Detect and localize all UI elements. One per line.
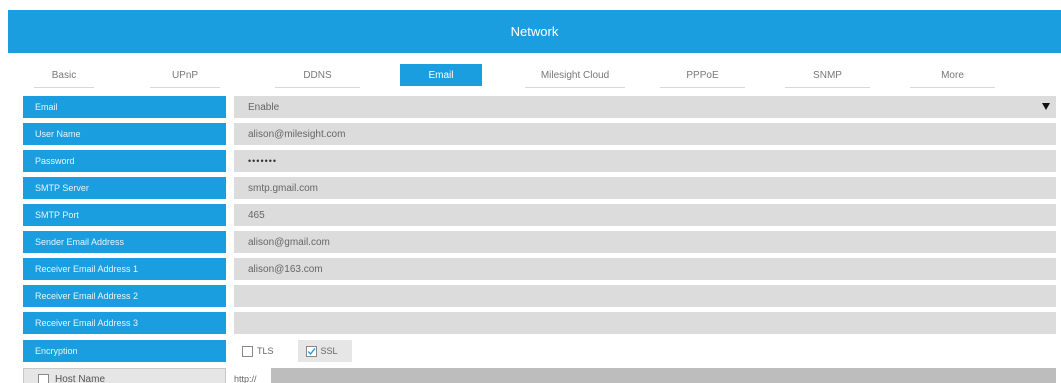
email-select-value: Enable	[248, 101, 280, 113]
host-name-checkbox[interactable]	[38, 373, 49, 383]
tab-email[interactable]: Email	[400, 64, 482, 86]
user-name-input[interactable]: alison@milesight.com	[234, 123, 1056, 145]
page-header: Network	[8, 10, 1061, 53]
receiver3-input[interactable]	[234, 312, 1056, 334]
tls-checkbox[interactable]	[242, 345, 253, 357]
page-title: Network	[510, 24, 559, 39]
user-name-row: User Name alison@milesight.com	[0, 123, 1061, 145]
tab-bar: Basic UPnP DDNS Email Milesight Cloud PP…	[0, 64, 1061, 88]
receiver1-row: Receiver Email Address 1 alison@163.com	[0, 258, 1061, 280]
host-name-toggle[interactable]: Host Name	[23, 368, 226, 383]
user-name-label: User Name	[23, 123, 226, 145]
receiver1-label: Receiver Email Address 1	[23, 258, 226, 280]
ssl-checkbox[interactable]	[305, 345, 317, 357]
receiver2-label: Receiver Email Address 2	[23, 285, 226, 307]
tab-snmp[interactable]: SNMP	[785, 64, 870, 88]
tls-option[interactable]: TLS	[234, 340, 288, 362]
tls-label: TLS	[257, 346, 274, 356]
smtp-server-input[interactable]: smtp.gmail.com	[234, 177, 1056, 199]
ssl-label: SSL	[320, 346, 338, 356]
encryption-options: TLS SSL	[234, 340, 352, 362]
dropdown-arrow-icon	[1042, 103, 1050, 110]
sender-input[interactable]: alison@gmail.com	[234, 231, 1056, 253]
tab-upnp[interactable]: UPnP	[150, 64, 220, 88]
tab-ddns[interactable]: DDNS	[275, 64, 360, 88]
receiver2-input[interactable]	[234, 285, 1056, 307]
ssl-option[interactable]: SSL	[297, 340, 352, 362]
tab-more[interactable]: More	[910, 64, 995, 88]
email-label: Email	[23, 96, 226, 118]
email-select[interactable]: Enable	[234, 96, 1056, 118]
tab-basic[interactable]: Basic	[34, 64, 94, 88]
checkmark-icon	[307, 347, 316, 355]
host-name-row: Host Name http://	[0, 368, 1061, 383]
smtp-server-row: SMTP Server smtp.gmail.com	[0, 177, 1061, 199]
smtp-server-label: SMTP Server	[23, 177, 226, 199]
sender-row: Sender Email Address alison@gmail.com	[0, 231, 1061, 253]
password-row: Password •••••••	[0, 150, 1061, 172]
receiver2-row: Receiver Email Address 2	[0, 285, 1061, 307]
receiver3-row: Receiver Email Address 3	[0, 312, 1061, 334]
encryption-row: Encryption TLS SSL	[0, 340, 1061, 362]
tab-milesight-cloud[interactable]: Milesight Cloud	[525, 64, 625, 88]
password-label: Password	[23, 150, 226, 172]
receiver3-label: Receiver Email Address 3	[23, 312, 226, 334]
password-input[interactable]: •••••••	[234, 150, 1056, 172]
sender-label: Sender Email Address	[23, 231, 226, 253]
smtp-port-input[interactable]: 465	[234, 204, 1056, 226]
host-name-input[interactable]	[271, 368, 1056, 383]
smtp-port-label: SMTP Port	[23, 204, 226, 226]
http-prefix: http://	[234, 374, 257, 383]
email-row: Email Enable	[0, 96, 1061, 118]
tab-pppoe[interactable]: PPPoE	[660, 64, 745, 88]
receiver1-input[interactable]: alison@163.com	[234, 258, 1056, 280]
smtp-port-row: SMTP Port 465	[0, 204, 1061, 226]
encryption-label: Encryption	[23, 340, 226, 362]
host-name-label: Host Name	[55, 373, 106, 383]
